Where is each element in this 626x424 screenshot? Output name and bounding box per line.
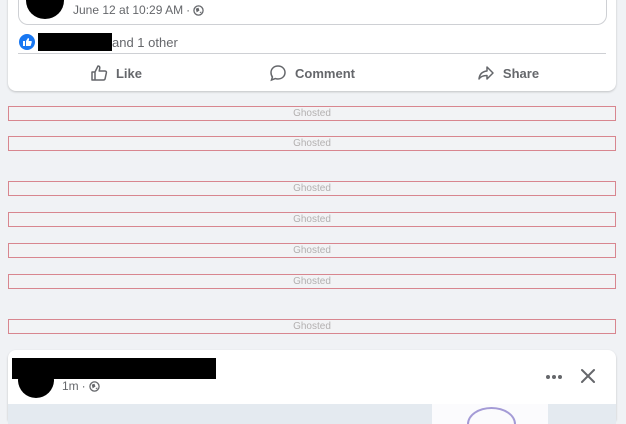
ghosted-item: Ghosted (8, 274, 616, 289)
like-reaction-icon (19, 34, 35, 50)
post-image-thumbnail[interactable] (432, 404, 548, 424)
redacted-name (38, 33, 112, 51)
post-card: 1m · (8, 350, 616, 424)
ghosted-item: Ghosted (8, 212, 616, 227)
comment-icon (270, 65, 286, 82)
close-icon[interactable] (578, 366, 598, 386)
post-time[interactable]: 1m (62, 379, 79, 393)
divider (18, 53, 606, 54)
image-graphic (467, 407, 516, 424)
share-icon (478, 66, 494, 80)
comment-label: Comment (295, 65, 355, 81)
thumbs-up-icon (91, 65, 108, 81)
like-label: Like (115, 65, 142, 81)
comment-button[interactable]: Comment (214, 64, 410, 82)
globe-icon (193, 4, 204, 16)
reactions-text: and 1 other (112, 34, 178, 50)
post-actions: Like Comment Share (18, 55, 606, 91)
meta-separator: · (186, 3, 191, 17)
like-button[interactable]: Like (18, 64, 214, 82)
meta-separator: · (81, 379, 86, 393)
redacted-author-name (12, 358, 216, 379)
ghosted-item: Ghosted (8, 243, 616, 258)
ghosted-item: Ghosted (8, 181, 616, 196)
ghosted-item: Ghosted (8, 106, 616, 121)
ghosted-item: Ghosted (8, 136, 616, 151)
post-card: June 12 at 10:29 AM · and 1 other Like C… (8, 0, 616, 91)
post-timestamp[interactable]: June 12 at 10:29 AM (73, 3, 183, 17)
post-meta: 1m · (62, 379, 100, 393)
reaction-summary[interactable]: and 1 other (19, 33, 178, 51)
ghosted-item: Ghosted (8, 319, 616, 334)
post-meta: June 12 at 10:29 AM · (73, 3, 204, 17)
share-label: Share (502, 65, 540, 81)
globe-icon (88, 380, 100, 392)
share-button[interactable]: Share (410, 64, 606, 82)
more-options-icon[interactable] (542, 368, 566, 386)
